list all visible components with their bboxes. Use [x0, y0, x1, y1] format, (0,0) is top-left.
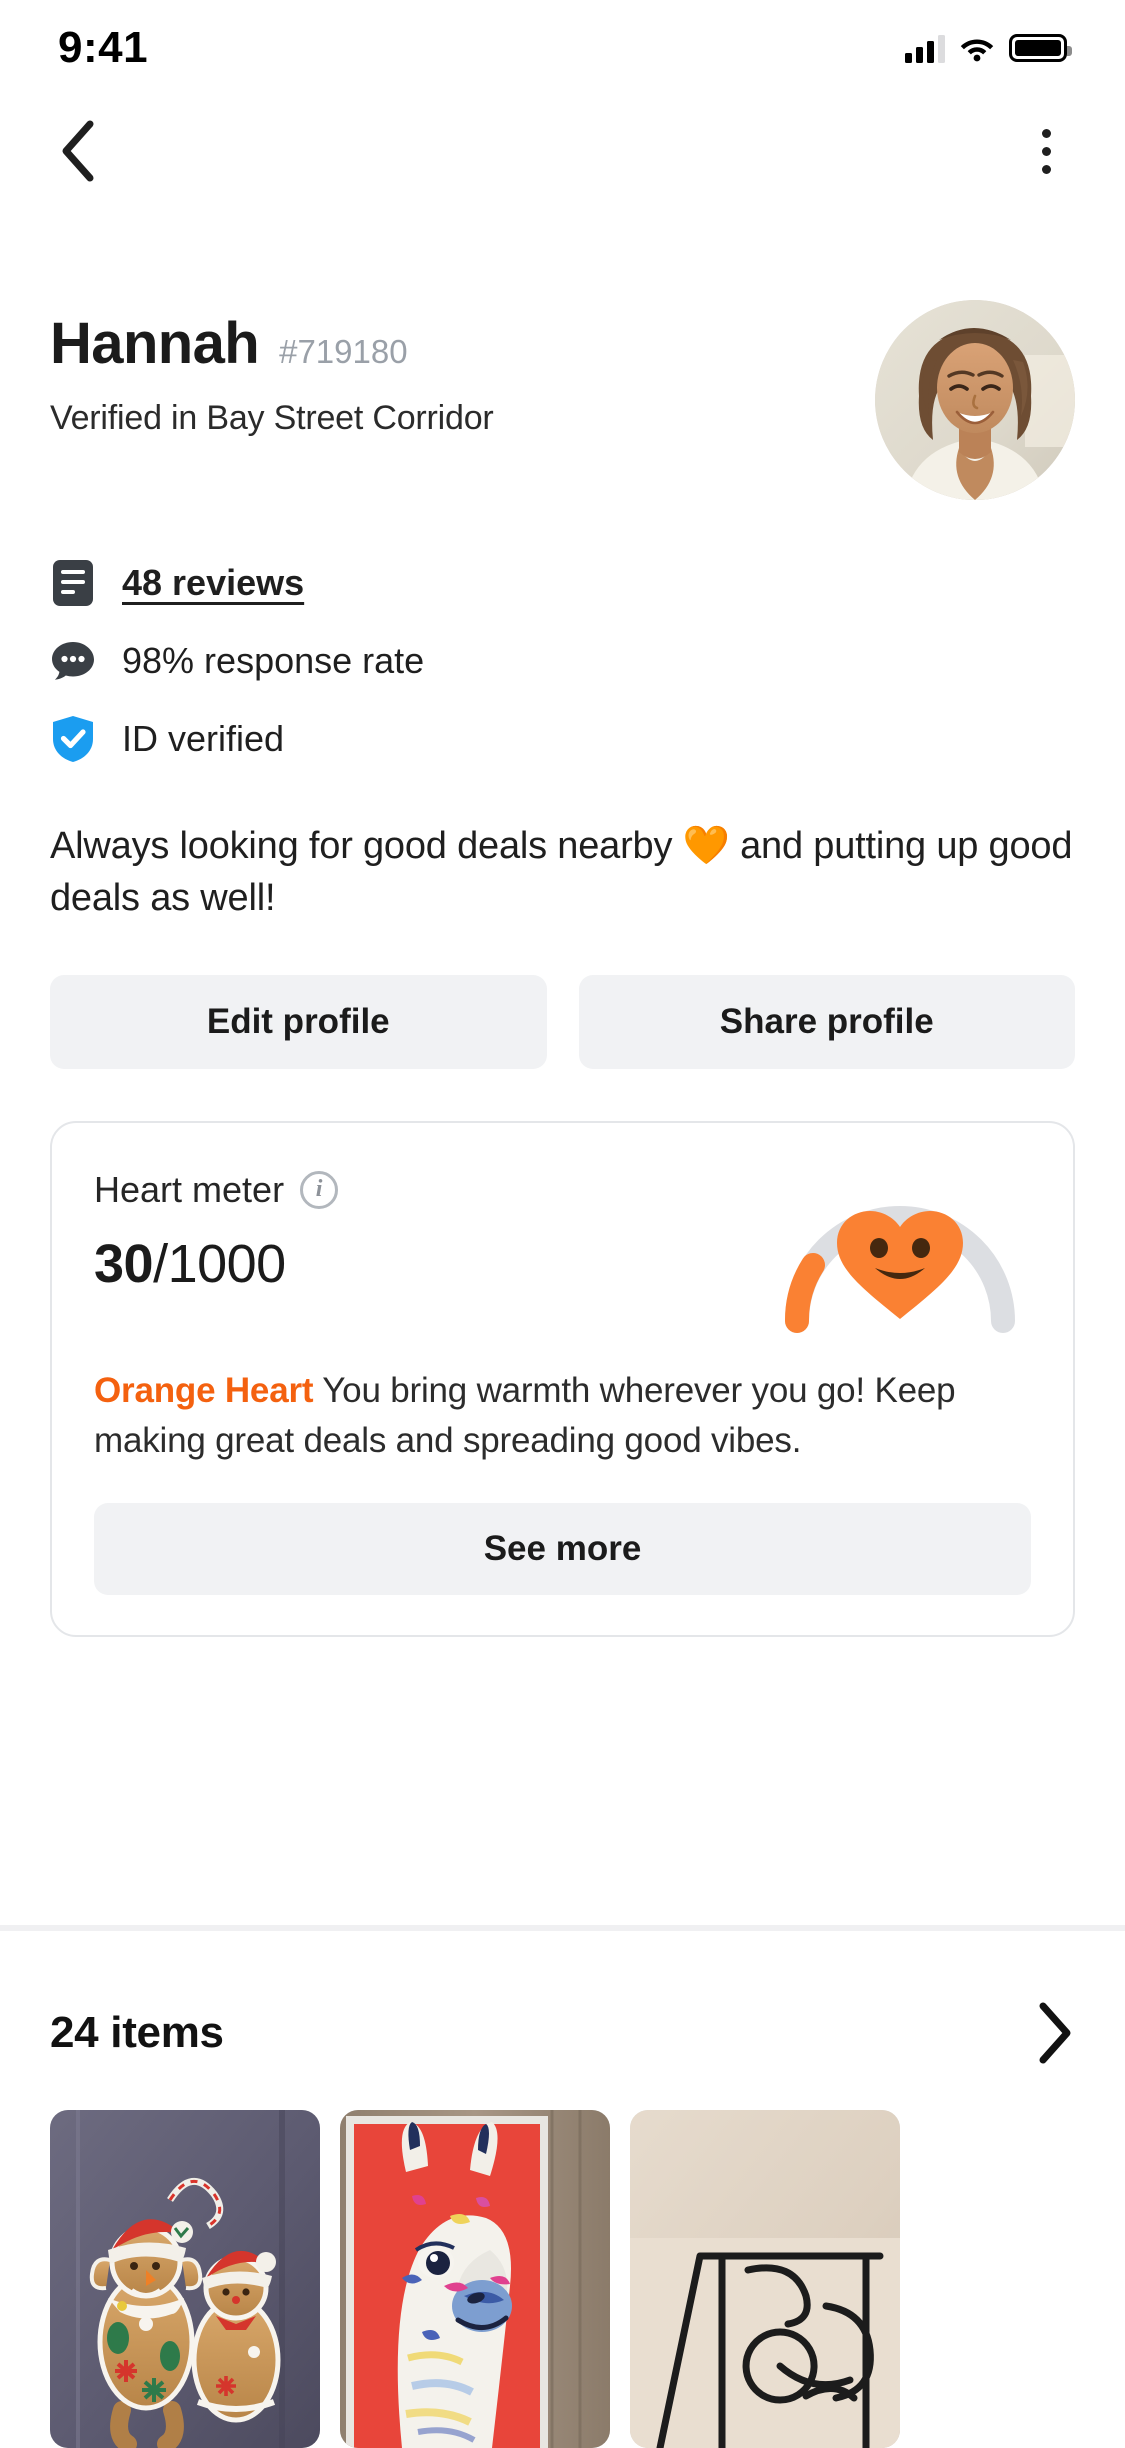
- profile-bio: Always looking for good deals nearby 🧡 a…: [50, 825, 1073, 920]
- wire-face-art-thumbnail[interactable]: [630, 2110, 900, 2448]
- profile-photo: [875, 300, 1075, 500]
- profile-handle: #719180: [279, 333, 408, 370]
- heart-meter-card: Heart meter i 30/1000 Orange Heart You b…: [50, 1120, 1075, 1638]
- items-thumbnail-strip[interactable]: [0, 2110, 1125, 2448]
- section-divider: [0, 1925, 1125, 1931]
- id-verified-shield-icon: [53, 716, 93, 762]
- profile-actions: Edit profile Share profile: [50, 974, 1075, 1069]
- heart-meter-score-value: 30: [94, 1233, 154, 1294]
- id-verified-label: ID verified: [122, 718, 285, 759]
- back-chevron-icon: [62, 120, 94, 182]
- heart-meter-description: Orange Heart You bring warmth wherever y…: [94, 1366, 1031, 1465]
- reviews-count-link[interactable]: 48 reviews: [122, 562, 304, 604]
- share-profile-button[interactable]: Share profile: [578, 974, 1075, 1069]
- avatar[interactable]: [875, 300, 1075, 500]
- items-section-header[interactable]: 24 items: [0, 1978, 1125, 2088]
- wire-face-art-image: [630, 2110, 900, 2448]
- heart-gauge-icon: [784, 1205, 1015, 1333]
- reviews-icon: [53, 560, 93, 606]
- heart-meter-score-max: /1000: [153, 1233, 286, 1294]
- heart-meter-title: Heart meter: [94, 1168, 285, 1210]
- profile-header: Hannah #719180 Verified in Bay Street Co…: [50, 300, 1075, 500]
- profile-screen: 9:41 Hannah #719180 Verified in Bay Stre…: [0, 0, 1125, 2448]
- chat-bubble-icon-wrap: [50, 638, 96, 684]
- reviews-icon-wrap: [50, 560, 96, 606]
- stat-row-reviews[interactable]: 48 reviews: [50, 550, 1075, 616]
- heart-meter-top: Heart meter i 30/1000: [94, 1169, 1031, 1336]
- profile-section: Hannah #719180 Verified in Bay Street Co…: [0, 300, 1125, 1638]
- profile-name: Hannah: [50, 311, 260, 376]
- name-row: Hannah #719180: [50, 310, 494, 377]
- heart-meter-score: 30/1000: [94, 1233, 338, 1295]
- status-bar: 9:41: [0, 0, 1125, 96]
- heart-meter-left: Heart meter i 30/1000: [94, 1168, 339, 1295]
- profile-stats: 48 reviews 98% response rate ID verified: [50, 550, 1075, 772]
- items-count-title: 24 items: [50, 2008, 224, 2057]
- heart-meter-label-row: Heart meter i: [94, 1168, 339, 1211]
- llama-painting-thumbnail[interactable]: [340, 2110, 610, 2448]
- info-circle-icon[interactable]: i: [300, 1170, 339, 1209]
- heart-tier-label: Orange Heart: [94, 1370, 314, 1410]
- back-button[interactable]: [42, 114, 116, 188]
- id-verified-icon-wrap: [50, 716, 96, 762]
- navigation-bar: [0, 96, 1125, 206]
- overflow-menu-button[interactable]: [1009, 114, 1083, 188]
- wifi-icon: [960, 39, 994, 62]
- overflow-menu-icon: [1041, 128, 1051, 174]
- gingerbread-ornaments-thumbnail[interactable]: [50, 2110, 320, 2448]
- verified-location: Verified in Bay Street Corridor: [50, 399, 494, 437]
- see-more-button[interactable]: See more: [94, 1503, 1031, 1596]
- llama-painting-image: [340, 2110, 610, 2448]
- status-time: 9:41: [58, 23, 149, 72]
- edit-profile-button[interactable]: Edit profile: [50, 974, 547, 1069]
- stat-row-id-verified: ID verified: [50, 706, 1075, 772]
- gingerbread-ornaments-image: [50, 2110, 320, 2448]
- profile-identity: Hannah #719180 Verified in Bay Street Co…: [50, 300, 494, 438]
- right-chevron-icon[interactable]: [1029, 2002, 1075, 2064]
- stat-row-response-rate: 98% response rate: [50, 628, 1075, 694]
- battery-icon: [1009, 34, 1072, 62]
- chat-bubble-icon: [52, 642, 94, 680]
- response-rate-label: 98% response rate: [122, 640, 425, 681]
- cellular-signal-icon: [905, 33, 945, 63]
- status-icons: [905, 33, 1072, 63]
